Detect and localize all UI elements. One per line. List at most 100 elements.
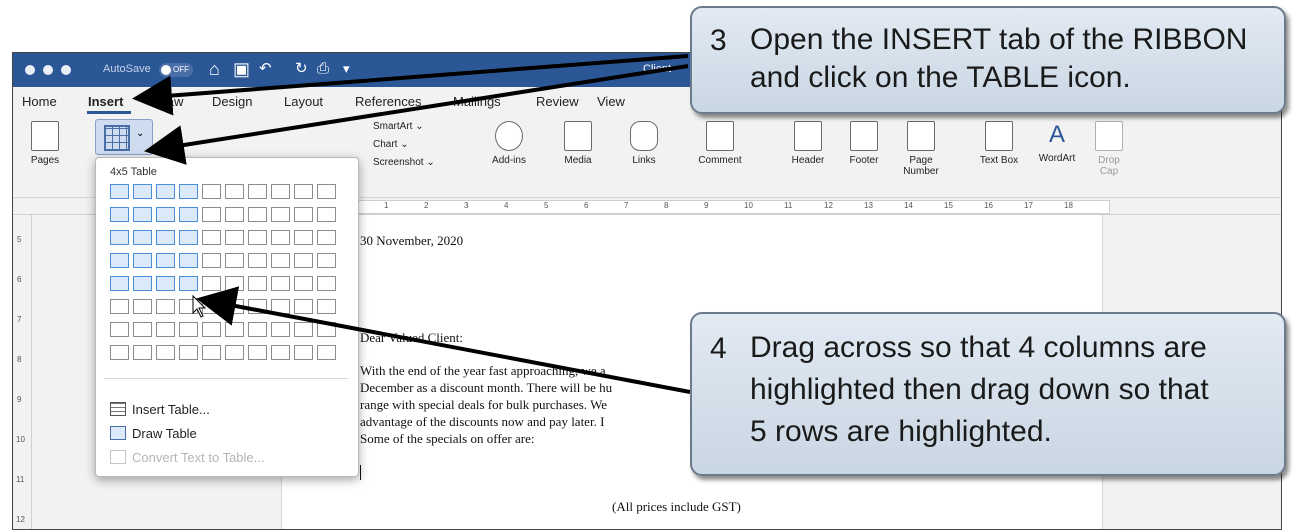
table-grid-cell[interactable] bbox=[317, 184, 336, 199]
media-button[interactable]: Media bbox=[553, 121, 603, 166]
screenshot-button[interactable]: Screenshot ⌄ bbox=[373, 157, 435, 168]
table-grid-cell[interactable] bbox=[317, 322, 336, 337]
insert-table-item[interactable]: Insert Table... bbox=[110, 402, 210, 417]
table-grid-cell[interactable] bbox=[133, 345, 152, 360]
textbox-button[interactable]: Text Box bbox=[969, 121, 1029, 166]
table-grid-cell[interactable] bbox=[110, 276, 129, 291]
table-grid-cell[interactable] bbox=[271, 253, 290, 268]
zoom-window-icon[interactable] bbox=[61, 65, 71, 75]
smartart-button[interactable]: SmartArt ⌄ bbox=[373, 121, 424, 132]
tab-mailings[interactable]: Mailings bbox=[453, 94, 501, 109]
table-grid-cell[interactable] bbox=[110, 230, 129, 245]
table-grid-cell[interactable] bbox=[225, 184, 244, 199]
table-grid-cell[interactable] bbox=[225, 276, 244, 291]
table-grid-cell[interactable] bbox=[202, 253, 221, 268]
table-grid-cell[interactable] bbox=[271, 184, 290, 199]
table-grid-cell[interactable] bbox=[156, 184, 175, 199]
table-grid-cell[interactable] bbox=[317, 299, 336, 314]
table-grid-cell[interactable] bbox=[202, 299, 221, 314]
table-grid-cell[interactable] bbox=[294, 299, 313, 314]
table-grid-cell[interactable] bbox=[271, 299, 290, 314]
table-grid-cell[interactable] bbox=[110, 322, 129, 337]
table-grid-cell[interactable] bbox=[133, 184, 152, 199]
table-grid-cell[interactable] bbox=[225, 345, 244, 360]
vertical-ruler[interactable]: 5 6 7 8 9 10 11 12 bbox=[13, 215, 32, 529]
table-grid-cell[interactable] bbox=[179, 253, 198, 268]
table-grid-cell[interactable] bbox=[294, 207, 313, 222]
tab-review[interactable]: Review bbox=[536, 94, 579, 109]
table-grid-cell[interactable] bbox=[156, 299, 175, 314]
table-grid-cell[interactable] bbox=[248, 299, 267, 314]
tab-layout[interactable]: Layout bbox=[284, 94, 323, 109]
table-grid-cell[interactable] bbox=[133, 253, 152, 268]
print-icon[interactable]: ⎙ bbox=[317, 59, 329, 79]
comment-button[interactable]: Comment bbox=[689, 121, 751, 166]
table-grid-cell[interactable] bbox=[248, 345, 267, 360]
table-grid-cell[interactable] bbox=[294, 184, 313, 199]
table-grid-cell[interactable] bbox=[110, 345, 129, 360]
table-grid-cell[interactable] bbox=[133, 276, 152, 291]
table-grid-cell[interactable] bbox=[294, 253, 313, 268]
table-grid-cell[interactable] bbox=[225, 322, 244, 337]
customize-icon[interactable]: ▾ bbox=[343, 59, 350, 79]
tab-view[interactable]: View bbox=[597, 94, 625, 109]
table-grid-cell[interactable] bbox=[156, 253, 175, 268]
undo-icon[interactable]: ↶ bbox=[259, 59, 272, 79]
table-grid-cell[interactable] bbox=[294, 230, 313, 245]
table-grid-cell[interactable] bbox=[156, 207, 175, 222]
table-grid-cell[interactable] bbox=[248, 184, 267, 199]
table-grid-cell[interactable] bbox=[133, 207, 152, 222]
table-grid-cell[interactable] bbox=[179, 230, 198, 245]
table-grid-cell[interactable] bbox=[133, 230, 152, 245]
tab-draw[interactable]: Draw bbox=[153, 94, 183, 109]
table-grid-cell[interactable] bbox=[202, 230, 221, 245]
table-grid-cell[interactable] bbox=[179, 299, 198, 314]
table-grid-cell[interactable] bbox=[179, 322, 198, 337]
table-grid-cell[interactable] bbox=[248, 276, 267, 291]
table-button[interactable]: ⌄ bbox=[95, 119, 153, 155]
table-grid-cell[interactable] bbox=[202, 207, 221, 222]
tab-home[interactable]: Home bbox=[22, 94, 57, 109]
table-grid-cell[interactable] bbox=[271, 276, 290, 291]
close-window-icon[interactable] bbox=[25, 65, 35, 75]
table-grid-cell[interactable] bbox=[317, 230, 336, 245]
links-button[interactable]: Links bbox=[619, 121, 669, 166]
table-grid-cell[interactable] bbox=[248, 207, 267, 222]
table-grid-cell[interactable] bbox=[110, 299, 129, 314]
table-grid-cell[interactable] bbox=[110, 184, 129, 199]
dropcap-button[interactable]: Drop Cap bbox=[1089, 121, 1129, 177]
table-grid-cell[interactable] bbox=[294, 345, 313, 360]
table-grid-cell[interactable] bbox=[110, 253, 129, 268]
table-grid-cell[interactable] bbox=[179, 276, 198, 291]
table-grid-cell[interactable] bbox=[271, 230, 290, 245]
table-grid-cell[interactable] bbox=[317, 345, 336, 360]
table-grid-cell[interactable] bbox=[156, 276, 175, 291]
table-grid-cell[interactable] bbox=[156, 230, 175, 245]
table-grid-cell[interactable] bbox=[156, 345, 175, 360]
redo-icon[interactable]: ↻ bbox=[295, 59, 308, 79]
table-grid-cell[interactable] bbox=[202, 276, 221, 291]
table-grid-cell[interactable] bbox=[202, 345, 221, 360]
table-grid-cell[interactable] bbox=[179, 207, 198, 222]
table-grid-cell[interactable] bbox=[179, 345, 198, 360]
draw-table-item[interactable]: Draw Table bbox=[110, 426, 197, 441]
table-grid-cell[interactable] bbox=[294, 276, 313, 291]
tab-insert[interactable]: Insert bbox=[88, 94, 123, 109]
autosave-toggle[interactable]: OFF bbox=[159, 63, 193, 77]
table-grid-cell[interactable] bbox=[156, 322, 175, 337]
chart-button[interactable]: Chart ⌄ bbox=[373, 139, 409, 150]
addins-button[interactable]: Add-ins bbox=[481, 121, 537, 166]
table-grid-cell[interactable] bbox=[271, 207, 290, 222]
table-grid-cell[interactable] bbox=[225, 207, 244, 222]
table-grid-cell[interactable] bbox=[248, 230, 267, 245]
table-grid-cell[interactable] bbox=[110, 207, 129, 222]
table-grid-cell[interactable] bbox=[317, 207, 336, 222]
page-number-button[interactable]: Page Number bbox=[893, 121, 949, 177]
table-grid-cell[interactable] bbox=[317, 253, 336, 268]
tab-design[interactable]: Design bbox=[212, 94, 252, 109]
table-grid-cell[interactable] bbox=[133, 322, 152, 337]
table-grid-cell[interactable] bbox=[225, 230, 244, 245]
table-grid-cell[interactable] bbox=[271, 322, 290, 337]
table-grid-cell[interactable] bbox=[225, 299, 244, 314]
table-grid-cell[interactable] bbox=[179, 184, 198, 199]
